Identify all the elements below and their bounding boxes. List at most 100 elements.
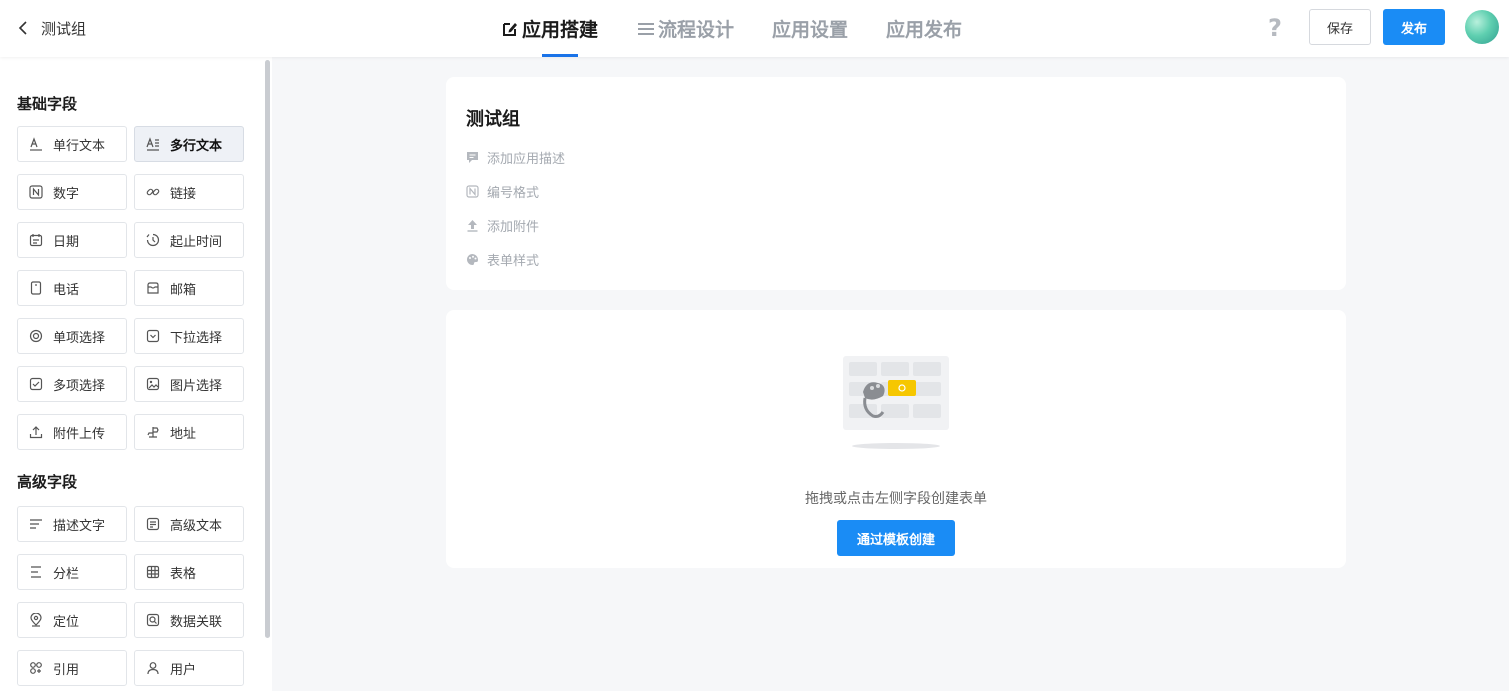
- field-label: 下拉选择: [170, 330, 223, 346]
- avatar[interactable]: [1465, 10, 1499, 44]
- add-description-option[interactable]: 添加应用描述: [466, 147, 565, 167]
- field-label: 图片选择: [170, 378, 223, 394]
- field-label: 地址: [170, 426, 197, 442]
- checkbox-icon: [29, 377, 43, 391]
- rich-text-icon: [146, 517, 160, 531]
- field-single-line-text[interactable]: 单行文本: [17, 126, 127, 162]
- list-icon: [638, 22, 655, 35]
- field-label: 描述文字: [53, 518, 106, 534]
- field-label: 数据关联: [170, 614, 223, 630]
- field-reference[interactable]: 引用: [17, 650, 127, 686]
- radio-icon: [29, 329, 43, 343]
- field-date[interactable]: 日期: [17, 222, 127, 258]
- field-label: 定位: [53, 614, 80, 630]
- field-label: 电话: [53, 282, 80, 298]
- field-label: 高级文本: [170, 518, 223, 534]
- form-header-card: 测试组 添加应用描述 编号格式 添加附件 表单样式: [446, 77, 1346, 290]
- field-label: 引用: [53, 662, 80, 678]
- field-label: 数字: [53, 186, 80, 202]
- option-label: 表单样式: [487, 253, 540, 269]
- option-label: 添加附件: [487, 219, 540, 235]
- field-mailbox[interactable]: 邮箱: [134, 270, 244, 306]
- field-address[interactable]: 地址: [134, 414, 244, 450]
- address-icon: [146, 425, 160, 439]
- field-location[interactable]: 定位: [17, 602, 127, 638]
- add-attachment-option[interactable]: 添加附件: [466, 215, 539, 235]
- field-number[interactable]: 数字: [17, 174, 127, 210]
- dropdown-icon: [146, 329, 160, 343]
- number-format-icon: [466, 184, 479, 198]
- palette-icon: [467, 253, 479, 265]
- tab-app-settings[interactable]: 应用设置: [772, 0, 848, 57]
- field-label: 附件上传: [53, 426, 106, 442]
- field-label: 用户: [170, 662, 197, 678]
- image-icon: [146, 377, 160, 391]
- comment-icon: [467, 151, 478, 163]
- field-label: 多行文本: [170, 138, 223, 154]
- location-icon: [29, 613, 43, 627]
- sidebar-scrollbar[interactable]: [265, 60, 270, 638]
- save-button[interactable]: 保存: [1309, 9, 1371, 45]
- tab-process-design[interactable]: 流程设计: [636, 0, 734, 57]
- chevron-left-icon: [18, 21, 27, 35]
- form-title[interactable]: 测试组: [466, 105, 520, 131]
- columns-icon: [29, 565, 43, 579]
- help-icon[interactable]: ?: [1264, 14, 1286, 42]
- empty-form-illustration: [843, 356, 949, 449]
- field-label: 多项选择: [53, 378, 106, 394]
- table-icon: [146, 565, 160, 579]
- link-icon: [146, 185, 160, 199]
- field-table[interactable]: 表格: [134, 554, 244, 590]
- field-checkbox[interactable]: 多项选择: [17, 366, 127, 402]
- field-label: 链接: [170, 186, 197, 202]
- field-radio[interactable]: 单项选择: [17, 318, 127, 354]
- field-link[interactable]: 链接: [134, 174, 244, 210]
- field-image-select[interactable]: 图片选择: [134, 366, 244, 402]
- number-icon: [29, 185, 43, 199]
- top-bar: 测试组 应用搭建 流程设计 应用设置 应用发布 ? 保存 发布: [0, 0, 1509, 57]
- upload-icon: [467, 219, 478, 232]
- create-from-template-button[interactable]: 通过模板创建: [837, 520, 955, 556]
- field-time-range[interactable]: 起止时间: [134, 222, 244, 258]
- field-columns[interactable]: 分栏: [17, 554, 127, 590]
- tab-app-settings-label: 应用设置: [772, 19, 849, 41]
- tab-app-publish[interactable]: 应用发布: [886, 0, 962, 57]
- single-line-text-icon: [29, 137, 43, 151]
- field-rich-text[interactable]: 高级文本: [134, 506, 244, 542]
- publish-button[interactable]: 发布: [1383, 9, 1445, 45]
- user-icon: [146, 661, 160, 675]
- edit-icon: [503, 22, 517, 36]
- main-tabs: 应用搭建 流程设计 应用设置 应用发布: [500, 0, 1000, 57]
- option-label: 编号格式: [487, 185, 540, 201]
- upload-icon: [29, 425, 43, 439]
- field-user[interactable]: 用户: [134, 650, 244, 686]
- time-range-icon: [146, 233, 160, 247]
- field-dropdown[interactable]: 下拉选择: [134, 318, 244, 354]
- field-label: 日期: [53, 234, 80, 250]
- tab-app-publish-label: 应用发布: [886, 19, 963, 41]
- form-canvas[interactable]: 拖拽或点击左侧字段创建表单 通过模板创建: [446, 310, 1346, 568]
- field-label: 起止时间: [170, 234, 223, 250]
- tab-app-build-label: 应用搭建: [522, 19, 599, 41]
- data-link-icon: [146, 613, 160, 627]
- option-label: 添加应用描述: [487, 151, 566, 167]
- field-label: 单行文本: [53, 138, 106, 154]
- field-phone[interactable]: 电话: [17, 270, 127, 306]
- number-format-option[interactable]: 编号格式: [466, 181, 539, 201]
- field-description[interactable]: 描述文字: [17, 506, 127, 542]
- tab-app-build[interactable]: 应用搭建: [500, 0, 598, 57]
- empty-state-hint: 拖拽或点击左侧字段创建表单: [805, 491, 987, 507]
- field-label: 邮箱: [170, 282, 197, 298]
- app-name: 测试组: [41, 19, 87, 38]
- multi-line-text-icon: [146, 137, 160, 151]
- advanced-fields-title: 高级字段: [17, 473, 78, 491]
- form-style-option[interactable]: 表单样式: [466, 249, 539, 269]
- field-data-link[interactable]: 数据关联: [134, 602, 244, 638]
- basic-fields-title: 基础字段: [17, 95, 78, 113]
- field-attachment[interactable]: 附件上传: [17, 414, 127, 450]
- tab-process-design-label: 流程设计: [658, 19, 735, 41]
- back-button[interactable]: 测试组: [17, 15, 107, 41]
- field-multi-line-text[interactable]: 多行文本: [134, 126, 244, 162]
- mailbox-icon: [146, 281, 160, 295]
- phone-icon: [29, 281, 43, 295]
